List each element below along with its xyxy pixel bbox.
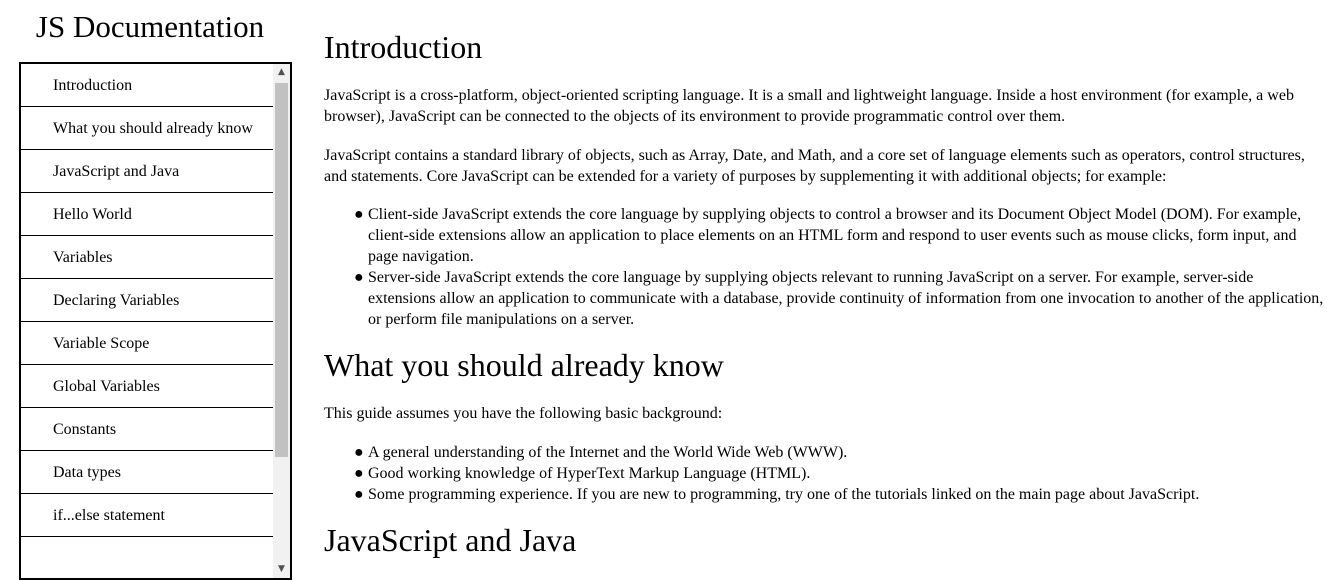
nav-link-declaring-variables[interactable]: Declaring Variables [21, 279, 273, 322]
intro-paragraph-2: JavaScript contains a standard library o… [324, 147, 1305, 185]
bullet-icon: ● [354, 444, 364, 461]
intro-paragraph-1: JavaScript is a cross-platform, object-o… [324, 87, 1294, 125]
nav-link-variable-scope[interactable]: Variable Scope [21, 322, 273, 365]
nav-scrollbar[interactable]: ▲ ▼ [273, 64, 290, 578]
know-paragraph-1: This guide assumes you have the followin… [324, 405, 723, 422]
nav-item: Introduction [21, 64, 273, 107]
section-title-what-you-should-already-know: What you should already know [324, 347, 724, 383]
nav-item: Hello World [21, 193, 273, 236]
nav-link-global-variables[interactable]: Global Variables [21, 365, 273, 408]
list-item: ● Good working knowledge of HyperText Mar… [354, 463, 1324, 484]
list-item: ● Client-side JavaScript extends the core… [354, 204, 1324, 267]
nav-item: What you should already know [21, 107, 273, 150]
nav-list-box: Introduction What you should already kno… [19, 62, 292, 580]
nav-link-data-types[interactable]: Data types [21, 451, 273, 494]
list-item-text: A general understanding of the Internet … [368, 444, 848, 461]
nav-list: Introduction What you should already kno… [21, 64, 273, 537]
navbar: JS Documentation Introduction What you s… [0, 0, 310, 580]
scroll-down-arrow-icon[interactable]: ▼ [273, 561, 290, 578]
nav-link-if-else-statement[interactable]: if...else statement [21, 494, 273, 537]
bullet-icon: ● [354, 465, 364, 482]
nav-link-what-you-should-already-know[interactable]: What you should already know [21, 107, 273, 150]
list-item-text: Server-side JavaScript extends the core … [368, 269, 1324, 328]
section-title-javascript-and-java: JavaScript and Java [324, 522, 577, 558]
nav-item: Variable Scope [21, 322, 273, 365]
nav-item: Declaring Variables [21, 279, 273, 322]
nav-item: Constants [21, 408, 273, 451]
nav-item: Global Variables [21, 365, 273, 408]
list-item-text: Client-side JavaScript extends the core … [368, 206, 1302, 265]
intro-bullet-list: ● Client-side JavaScript extends the core… [324, 204, 1324, 330]
nav-link-introduction[interactable]: Introduction [21, 64, 273, 107]
nav-link-constants[interactable]: Constants [21, 408, 273, 451]
nav-item: if...else statement [21, 494, 273, 537]
scroll-up-arrow-icon[interactable]: ▲ [273, 64, 290, 81]
nav-item: JavaScript and Java [21, 150, 273, 193]
know-bullet-list: ● A general understanding of the Internet… [324, 442, 1324, 505]
bullet-icon: ● [354, 486, 364, 503]
section-title-introduction: Introduction [324, 29, 483, 65]
main-doc: Introduction JavaScript is a cross-platf… [324, 0, 1324, 579]
list-item: ● Server-side JavaScript extends the core… [354, 267, 1324, 330]
list-item-text: Some programming experience. If you are … [368, 486, 1200, 503]
list-item-text: Good working knowledge of HyperText Mark… [368, 465, 811, 482]
list-item: ● Some programming experience. If you are… [354, 484, 1324, 505]
nav-link-variables[interactable]: Variables [21, 236, 273, 279]
scroll-thumb[interactable] [275, 83, 288, 457]
nav-item: Variables [21, 236, 273, 279]
nav-item: Data types [21, 451, 273, 494]
nav-link-hello-world[interactable]: Hello World [21, 193, 273, 236]
nav-title: JS Documentation [35, 9, 265, 44]
bullet-icon: ● [354, 269, 364, 286]
nav-link-javascript-and-java[interactable]: JavaScript and Java [21, 150, 273, 193]
bullet-icon: ● [354, 206, 364, 223]
list-item: ● A general understanding of the Internet… [354, 442, 1324, 463]
